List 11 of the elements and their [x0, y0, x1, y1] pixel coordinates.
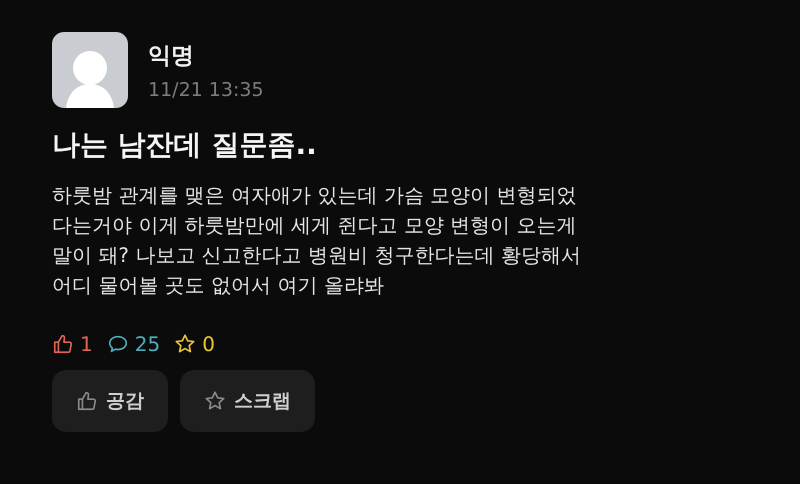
thumbs-up-icon — [76, 390, 98, 412]
count: 25 — [134, 332, 160, 356]
count: 1 — [80, 332, 93, 356]
post-title: 나는 남잔데 질문좀.. — [52, 127, 318, 163]
post-time: 11/21 13:35 — [148, 78, 264, 100]
star-icon — [204, 390, 226, 412]
scrap-button[interactable]: 스크랩 — [180, 370, 315, 432]
like-button[interactable]: 공감 — [52, 370, 168, 432]
count: 0 — [202, 332, 215, 356]
post-body: 하룻밤 관계를 맺은 여자애가 있는데 가슴 모양이 변형되었 다는거야 이게 하룻밤만에 세게 쥔다고 모양 변형이 오는게 말이 돼? 나보고 신고한다고 병원비 청구한다는데 황당해서 어디 물어볼 곳도 없어서 여기 올랴봐 — [52, 182, 582, 299]
author-name: 익명 — [148, 42, 195, 70]
